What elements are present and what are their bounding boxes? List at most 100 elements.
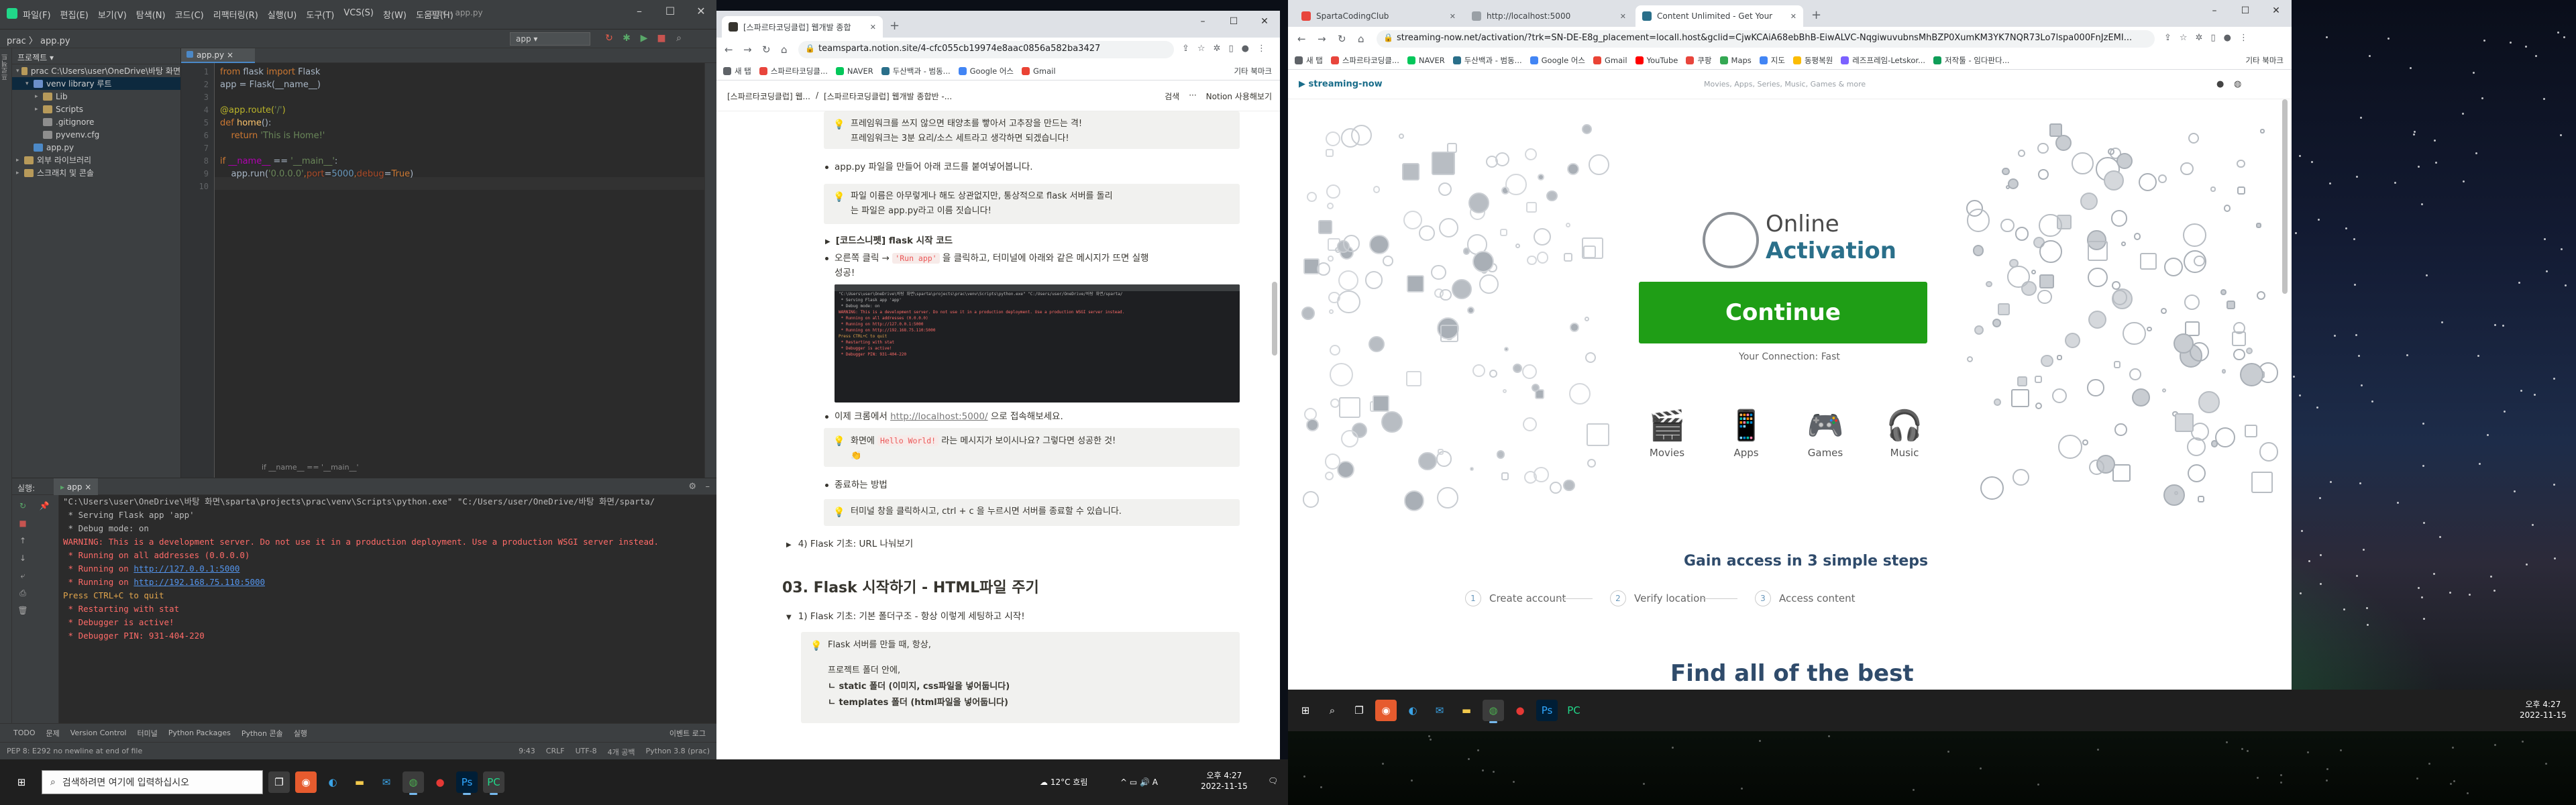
pycharm-taskbar-icon[interactable]: PC bbox=[1563, 700, 1585, 721]
pycharm-taskbar-icon[interactable]: PC bbox=[483, 771, 504, 795]
hide-panel-icon[interactable]: – bbox=[706, 482, 710, 492]
maximize-icon[interactable]: ☐ bbox=[655, 0, 686, 21]
status-message[interactable]: PEP 8: E292 no newline at end of file bbox=[7, 747, 142, 755]
status-item[interactable]: UTF-8 bbox=[576, 747, 597, 757]
file-explorer-icon[interactable]: ▬ bbox=[1456, 700, 1477, 721]
back-icon[interactable]: ← bbox=[724, 44, 733, 56]
bookmark-item[interactable]: NAVER bbox=[835, 66, 873, 76]
bookmark-item[interactable]: Google 어스 bbox=[1529, 55, 1585, 66]
bookmark-item[interactable]: Maps bbox=[1719, 56, 1752, 65]
search-icon[interactable]: ⌕ bbox=[1322, 700, 1343, 721]
stop-icon[interactable]: ■ bbox=[17, 518, 28, 529]
stop-icon[interactable]: ■ bbox=[656, 32, 667, 44]
forward-icon[interactable]: → bbox=[1318, 33, 1326, 45]
other-bookmarks[interactable]: 기타 북마크 bbox=[1234, 66, 1272, 76]
menu-item[interactable]: VCS(S) bbox=[343, 8, 374, 21]
notion-crumb-2[interactable]: [스파르타코딩클럽] 웹개발 종합반 -... bbox=[824, 91, 952, 102]
bookmark-item[interactable]: 두산백과 - 범동... bbox=[881, 66, 951, 76]
coverage-icon[interactable]: ▶ bbox=[639, 32, 649, 44]
close-icon[interactable]: ✕ bbox=[1249, 11, 1280, 32]
bookmark-item[interactable]: 지도 bbox=[1759, 55, 1785, 66]
star-icon[interactable]: ☆ bbox=[2180, 33, 2188, 43]
tree-item[interactable]: ▾ prac C:\Users\user\OneDrive\바탕 화면 bbox=[12, 64, 180, 77]
run-console[interactable]: "C:\Users\user\OneDrive\바탕 화면\sparta\pro… bbox=[59, 495, 716, 723]
bookmark-item[interactable]: 스파르타코딩클... bbox=[759, 66, 828, 76]
rerun-icon[interactable]: ↻ bbox=[17, 500, 28, 511]
system-tray-icons[interactable]: ^ ▭ 🔊 A bbox=[1120, 777, 1158, 788]
tool-tab[interactable]: TODO bbox=[13, 729, 36, 737]
streaming-nav[interactable]: Movies, Apps, Series, Music, Games & mor… bbox=[1704, 80, 1866, 89]
menu-icon[interactable]: ⋮ bbox=[1257, 44, 1266, 54]
edge-icon[interactable]: ◐ bbox=[322, 771, 343, 793]
chrome-tab-notion[interactable]: [스파르타코딩클럽] 웹개발 종합 ✕ bbox=[722, 16, 883, 38]
clock[interactable]: 오후 4:27 2022-11-15 bbox=[2520, 699, 2567, 720]
windows-start-icon[interactable]: ⊞ bbox=[1295, 700, 1316, 721]
streaming-logo[interactable]: ▶ streaming-now bbox=[1299, 79, 1383, 89]
bookmark-item[interactable]: Google 어스 bbox=[958, 66, 1014, 76]
chrome-icon[interactable]: ◍ bbox=[1483, 700, 1504, 723]
bookmark-item[interactable]: 레즈프레임-Letskor... bbox=[1841, 55, 1925, 66]
home-icon[interactable]: ⌂ bbox=[781, 44, 788, 56]
status-item[interactable]: 4개 공백 bbox=[608, 747, 635, 757]
menu-item[interactable]: 도구(T) bbox=[306, 8, 334, 21]
minimize-icon[interactable]: – bbox=[624, 0, 655, 21]
status-item[interactable]: 9:43 bbox=[519, 747, 535, 757]
reload-icon[interactable]: ↻ bbox=[1338, 33, 1346, 45]
console-link[interactable]: http://192.168.75.110:5000 bbox=[133, 577, 265, 587]
bookmark-item[interactable]: 새 탭 bbox=[723, 66, 751, 76]
address-bar[interactable]: 🔒 teamsparta.notion.site/4-cfc055cb19974… bbox=[798, 41, 1174, 58]
close-icon[interactable]: ✕ bbox=[686, 0, 716, 21]
menu-item[interactable]: 코드(C) bbox=[175, 8, 204, 21]
tree-item[interactable]: ▸ 외부 라이브러리 bbox=[12, 154, 180, 166]
minimize-icon[interactable]: – bbox=[1187, 11, 1218, 32]
menu-item[interactable]: 보기(V) bbox=[98, 8, 127, 21]
star-icon[interactable]: ☆ bbox=[1197, 44, 1205, 54]
photoshop-icon[interactable]: Ps bbox=[1536, 700, 1558, 721]
debug-icon[interactable]: ✱ bbox=[621, 32, 632, 44]
new-tab-icon[interactable]: + bbox=[890, 19, 900, 33]
taskbar-search-box[interactable]: ⌕ 검색하려면 여기에 입력하십시오 bbox=[42, 770, 263, 794]
console-link[interactable]: http://127.0.0.1:5000 bbox=[133, 564, 239, 574]
category-games[interactable]: 🎮 Games bbox=[1802, 408, 1849, 459]
bookmark-item[interactable]: 새 탭 bbox=[1295, 55, 1323, 66]
run-tab-app[interactable]: ▸ app × bbox=[54, 478, 99, 496]
streaming-scrollbar[interactable] bbox=[2282, 99, 2288, 294]
app-icon-red[interactable]: ● bbox=[429, 771, 451, 793]
code-content[interactable]: from flask import Flask app = Flask(__na… bbox=[181, 63, 704, 478]
user-icon[interactable]: ● bbox=[2216, 79, 2224, 89]
print-icon[interactable]: ⎙ bbox=[17, 588, 28, 598]
continue-button[interactable]: Continue bbox=[1639, 282, 1927, 343]
notion-scrollbar[interactable] bbox=[1272, 282, 1277, 356]
maximize-icon[interactable]: ☐ bbox=[1218, 11, 1249, 32]
tool-tab[interactable]: Python Packages bbox=[168, 729, 231, 737]
minimize-icon[interactable]: – bbox=[2199, 0, 2230, 21]
menu-icon[interactable]: ⋮ bbox=[2239, 33, 2248, 43]
settings-gear-icon[interactable]: ⚙ bbox=[688, 482, 696, 492]
windows-start-icon[interactable]: ⊞ bbox=[11, 771, 32, 793]
tree-item[interactable]: ▸ Lib bbox=[12, 90, 180, 103]
notion-try-button[interactable]: Notion 사용해보기 bbox=[1206, 91, 1272, 102]
editor-tab-app-py[interactable]: app.py × bbox=[181, 48, 255, 63]
tab-close-icon[interactable]: ✕ bbox=[865, 23, 876, 32]
tool-tab[interactable]: 실행 bbox=[294, 728, 307, 739]
bookmark-item[interactable]: YouTube bbox=[1635, 56, 1678, 65]
scroll-up-icon[interactable]: ↑ bbox=[17, 535, 28, 546]
bookmark-item[interactable]: Gmail bbox=[1022, 66, 1056, 76]
bookmark-item[interactable]: Gmail bbox=[1593, 56, 1627, 65]
category-apps[interactable]: 📱 Apps bbox=[1723, 408, 1770, 459]
tree-item[interactable]: .gitignore bbox=[12, 115, 180, 128]
bookmark-item[interactable]: 동평복원 bbox=[1792, 55, 1833, 66]
edge-icon[interactable]: ◐ bbox=[1402, 700, 1424, 721]
editor-breadcrumb-footer[interactable]: if __name__ == '__main__' bbox=[262, 463, 359, 472]
tree-item[interactable]: ▸ 스크래치 및 콘솔 bbox=[12, 166, 180, 179]
mail-icon[interactable]: ✉ bbox=[376, 771, 397, 793]
back-icon[interactable]: ← bbox=[1297, 33, 1306, 45]
soft-wrap-icon[interactable]: ⤶ bbox=[17, 570, 28, 581]
trash-icon[interactable]: 🗑 bbox=[17, 605, 28, 616]
status-item[interactable]: Python 3.8 (prac) bbox=[646, 747, 710, 757]
bookmark-item[interactable]: 저작툴 - 임다판다... bbox=[1933, 55, 2010, 66]
chrome-icon[interactable]: ◍ bbox=[402, 771, 424, 795]
other-bookmarks[interactable]: 기타 북마크 bbox=[2245, 55, 2284, 66]
menu-item[interactable]: 실행(U) bbox=[268, 8, 297, 21]
tree-item[interactable]: pyvenv.cfg bbox=[12, 128, 180, 141]
